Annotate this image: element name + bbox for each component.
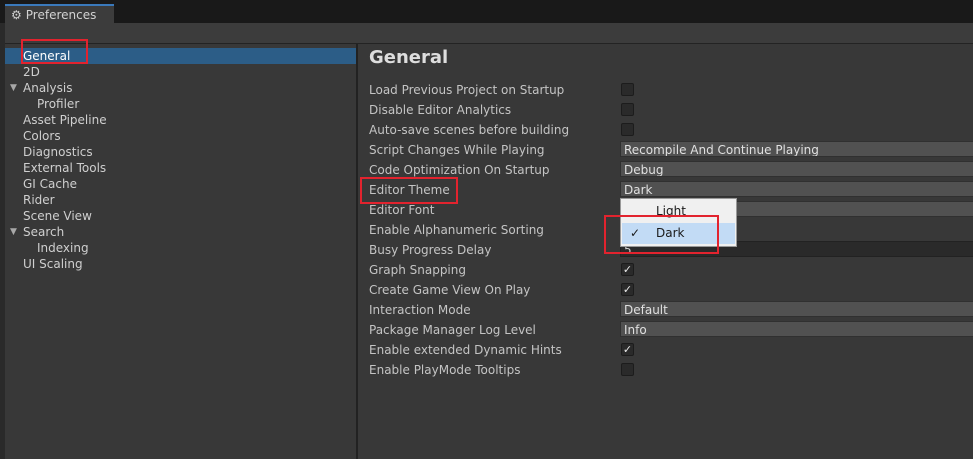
row-label: Disable Editor Analytics (369, 103, 512, 117)
page-title: General (369, 47, 449, 68)
row-label: Enable PlayMode Tooltips (369, 363, 521, 377)
sidebar-item-external-tools[interactable]: External Tools (5, 160, 356, 176)
row-label: Enable extended Dynamic Hints (369, 343, 562, 357)
row-label: Script Changes While Playing (369, 143, 545, 157)
sidebar-item-indexing[interactable]: Indexing (5, 240, 356, 256)
sidebar-item-rider[interactable]: Rider (5, 192, 356, 208)
sidebar-item-general[interactable]: General (5, 48, 356, 64)
row-label: Editor Font (369, 203, 435, 217)
row-label: Graph Snapping (369, 263, 466, 277)
interaction-mode-dropdown[interactable]: Default (620, 301, 973, 317)
preferences-toolbar (5, 23, 973, 44)
sidebar-item-gi-cache[interactable]: GI Cache (5, 176, 356, 192)
checkmark-icon: ✓ (630, 226, 641, 240)
sidebar-item-asset-pipeline[interactable]: Asset Pipeline (5, 112, 356, 128)
option-label: Light (656, 204, 686, 218)
sidebar-item-label: Scene View (23, 209, 92, 223)
row-label: Code Optimization On Startup (369, 163, 550, 177)
row-label: Package Manager Log Level (369, 323, 536, 337)
load-previous-project-checkbox[interactable] (621, 83, 634, 96)
graph-snapping-checkbox[interactable]: ✓ (621, 263, 634, 276)
row-label: Interaction Mode (369, 303, 471, 317)
row-label: Enable Alphanumeric Sorting (369, 223, 544, 237)
editor-theme-dropdown[interactable]: Dark (620, 181, 973, 197)
playmode-tooltips-checkbox[interactable] (621, 363, 634, 376)
tab-title: Preferences (25, 7, 97, 22)
sidebar-item-ui-scaling[interactable]: UI Scaling (5, 256, 356, 272)
sidebar-item-label: GI Cache (23, 177, 77, 191)
row-label: Create Game View On Play (369, 283, 531, 297)
sidebar-item-label: Profiler (37, 97, 80, 111)
sidebar-item-analysis[interactable]: ▼ Analysis (5, 80, 356, 96)
sidebar-item-profiler[interactable]: Profiler (5, 96, 356, 112)
sidebar-item-label: General (23, 49, 71, 63)
disable-editor-analytics-checkbox[interactable] (621, 103, 634, 116)
sidebar-item-colors[interactable]: Colors (5, 128, 356, 144)
editor-theme-popup: Light ✓ Dark (620, 198, 737, 247)
sidebar-item-scene-view[interactable]: Scene View (5, 208, 356, 224)
foldout-triangle-icon[interactable]: ▼ (10, 80, 17, 96)
dynamic-hints-checkbox[interactable]: ✓ (621, 343, 634, 356)
sidebar-item-label: Rider (23, 193, 55, 207)
option-label: Dark (656, 226, 685, 240)
sidebar-item-search[interactable]: ▼ Search (5, 224, 356, 240)
gear-icon: ⚙ (11, 7, 22, 22)
preferences-sidebar: General 2D ▼ Analysis Profiler Asset Pip… (5, 44, 356, 459)
sidebar-item-diagnostics[interactable]: Diagnostics (5, 144, 356, 160)
sidebar-item-label: Indexing (37, 241, 89, 255)
sidebar-item-label: 2D (23, 65, 40, 79)
sidebar-item-label: External Tools (23, 161, 107, 175)
sidebar-item-label: Analysis (23, 81, 73, 95)
code-optimization-dropdown[interactable]: Debug (620, 161, 973, 177)
row-label: Busy Progress Delay (369, 243, 492, 257)
theme-option-light[interactable]: Light (622, 201, 735, 222)
script-changes-dropdown[interactable]: Recompile And Continue Playing (620, 141, 973, 157)
sidebar-item-label: Diagnostics (23, 145, 93, 159)
row-label: Editor Theme (369, 183, 450, 197)
sidebar-item-2d[interactable]: 2D (5, 64, 356, 80)
sidebar-item-label: Colors (23, 129, 61, 143)
create-game-view-checkbox[interactable]: ✓ (621, 283, 634, 296)
sidebar-item-label: UI Scaling (23, 257, 83, 271)
row-label: Auto-save scenes before building (369, 123, 570, 137)
sidebar-item-label: Search (23, 225, 65, 239)
auto-save-scenes-checkbox[interactable] (621, 123, 634, 136)
window-tab-bar: ⚙ Preferences (0, 0, 973, 23)
log-level-dropdown[interactable]: Info (620, 321, 973, 337)
row-label: Load Previous Project on Startup (369, 83, 565, 97)
sidebar-item-label: Asset Pipeline (23, 113, 107, 127)
general-settings-panel: General Load Previous Project on Startup… (358, 44, 973, 459)
theme-option-dark[interactable]: ✓ Dark (622, 223, 735, 244)
preferences-tab[interactable]: ⚙ Preferences (5, 4, 114, 23)
foldout-triangle-icon[interactable]: ▼ (10, 224, 17, 240)
